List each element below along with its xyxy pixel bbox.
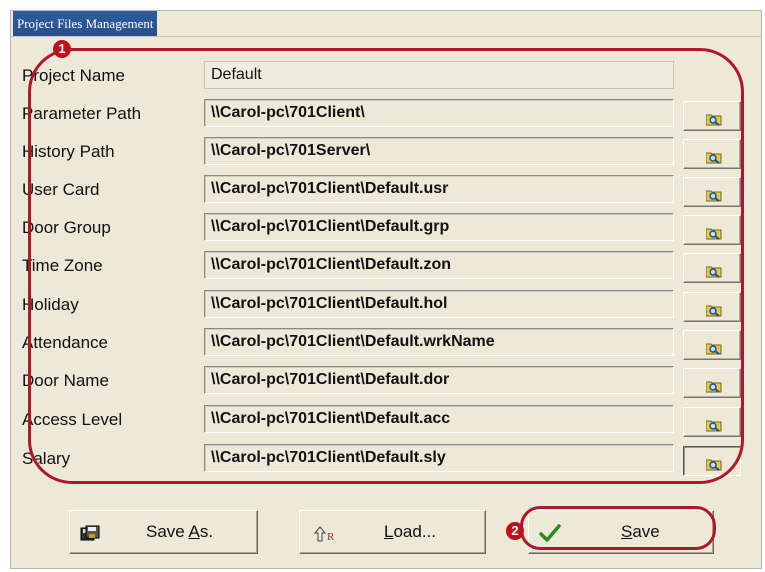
folder-search-icon (706, 190, 722, 202)
path-field[interactable]: \\Carol-pc\701Client\Default.acc (204, 405, 674, 433)
annotation-badge-1: 1 (53, 40, 71, 58)
folder-search-icon (706, 228, 722, 240)
browse-button[interactable] (683, 139, 741, 169)
path-field[interactable]: \\Carol-pc\701Client\ (204, 99, 674, 127)
load-button[interactable]: R Load... (299, 510, 486, 554)
row-label: Access Level (22, 410, 123, 429)
checkmark-icon (539, 524, 561, 542)
browse-button[interactable] (683, 407, 741, 437)
row-label: Project Name (22, 66, 125, 85)
browse-button[interactable] (683, 215, 741, 245)
save-button[interactable]: Save (528, 510, 714, 554)
row-label: Parameter Path (22, 104, 142, 123)
browse-button[interactable] (683, 292, 741, 322)
row-label: Door Name (22, 371, 109, 390)
path-field[interactable]: \\Carol-pc\701Client\Default.hol (204, 290, 674, 318)
path-field[interactable]: \\Carol-pc\701Client\Default.wrkName (204, 328, 674, 356)
title-bar: Project Files Management (11, 11, 761, 37)
browse-button[interactable] (683, 368, 741, 398)
path-field[interactable]: \\Carol-pc\701Server\ (204, 137, 674, 165)
path-field[interactable]: \\Carol-pc\701Client\Default.usr (204, 175, 674, 203)
row-label: History Path (22, 142, 115, 161)
folder-search-icon (706, 459, 722, 471)
folder-search-icon (706, 420, 722, 432)
browse-button[interactable] (683, 253, 741, 283)
svg-text:R: R (327, 531, 335, 542)
path-field[interactable]: \\Carol-pc\701Client\Default.dor (204, 366, 674, 394)
folder-search-icon (706, 305, 722, 317)
load-arrow-icon: R (314, 526, 335, 542)
path-field[interactable]: \\Carol-pc\701Client\Default.zon (204, 251, 674, 279)
row-label: Time Zone (22, 256, 103, 275)
row-label: Door Group (22, 218, 111, 237)
browse-button[interactable] (683, 330, 741, 360)
folder-search-icon (706, 266, 722, 278)
folder-search-icon (706, 381, 722, 393)
row-label: Salary (22, 449, 71, 468)
browse-button[interactable] (683, 446, 741, 476)
path-field[interactable]: \\Carol-pc\701Client\Default.grp (204, 213, 674, 241)
row-label: Attendance (22, 333, 109, 352)
browse-button[interactable] (683, 177, 741, 207)
folder-search-icon (706, 152, 722, 164)
save-as-button[interactable]: Save As. (69, 510, 258, 554)
folder-search-icon (706, 343, 722, 355)
floppy-disk-icon (80, 525, 100, 541)
path-field[interactable]: \\Carol-pc\701Client\Default.sly (204, 444, 674, 472)
annotation-badge-2: 2 (506, 522, 524, 540)
project-name-field[interactable]: Default (204, 61, 674, 89)
save-as-label: Save As. (146, 522, 214, 541)
window-title: Project Files Management (13, 11, 158, 36)
save-label: Save (621, 522, 660, 541)
load-label: Load... (384, 522, 437, 541)
folder-search-icon (706, 114, 722, 126)
browse-button[interactable] (683, 101, 741, 131)
row-label: User Card (22, 180, 100, 199)
row-label: Holiday (22, 295, 79, 314)
